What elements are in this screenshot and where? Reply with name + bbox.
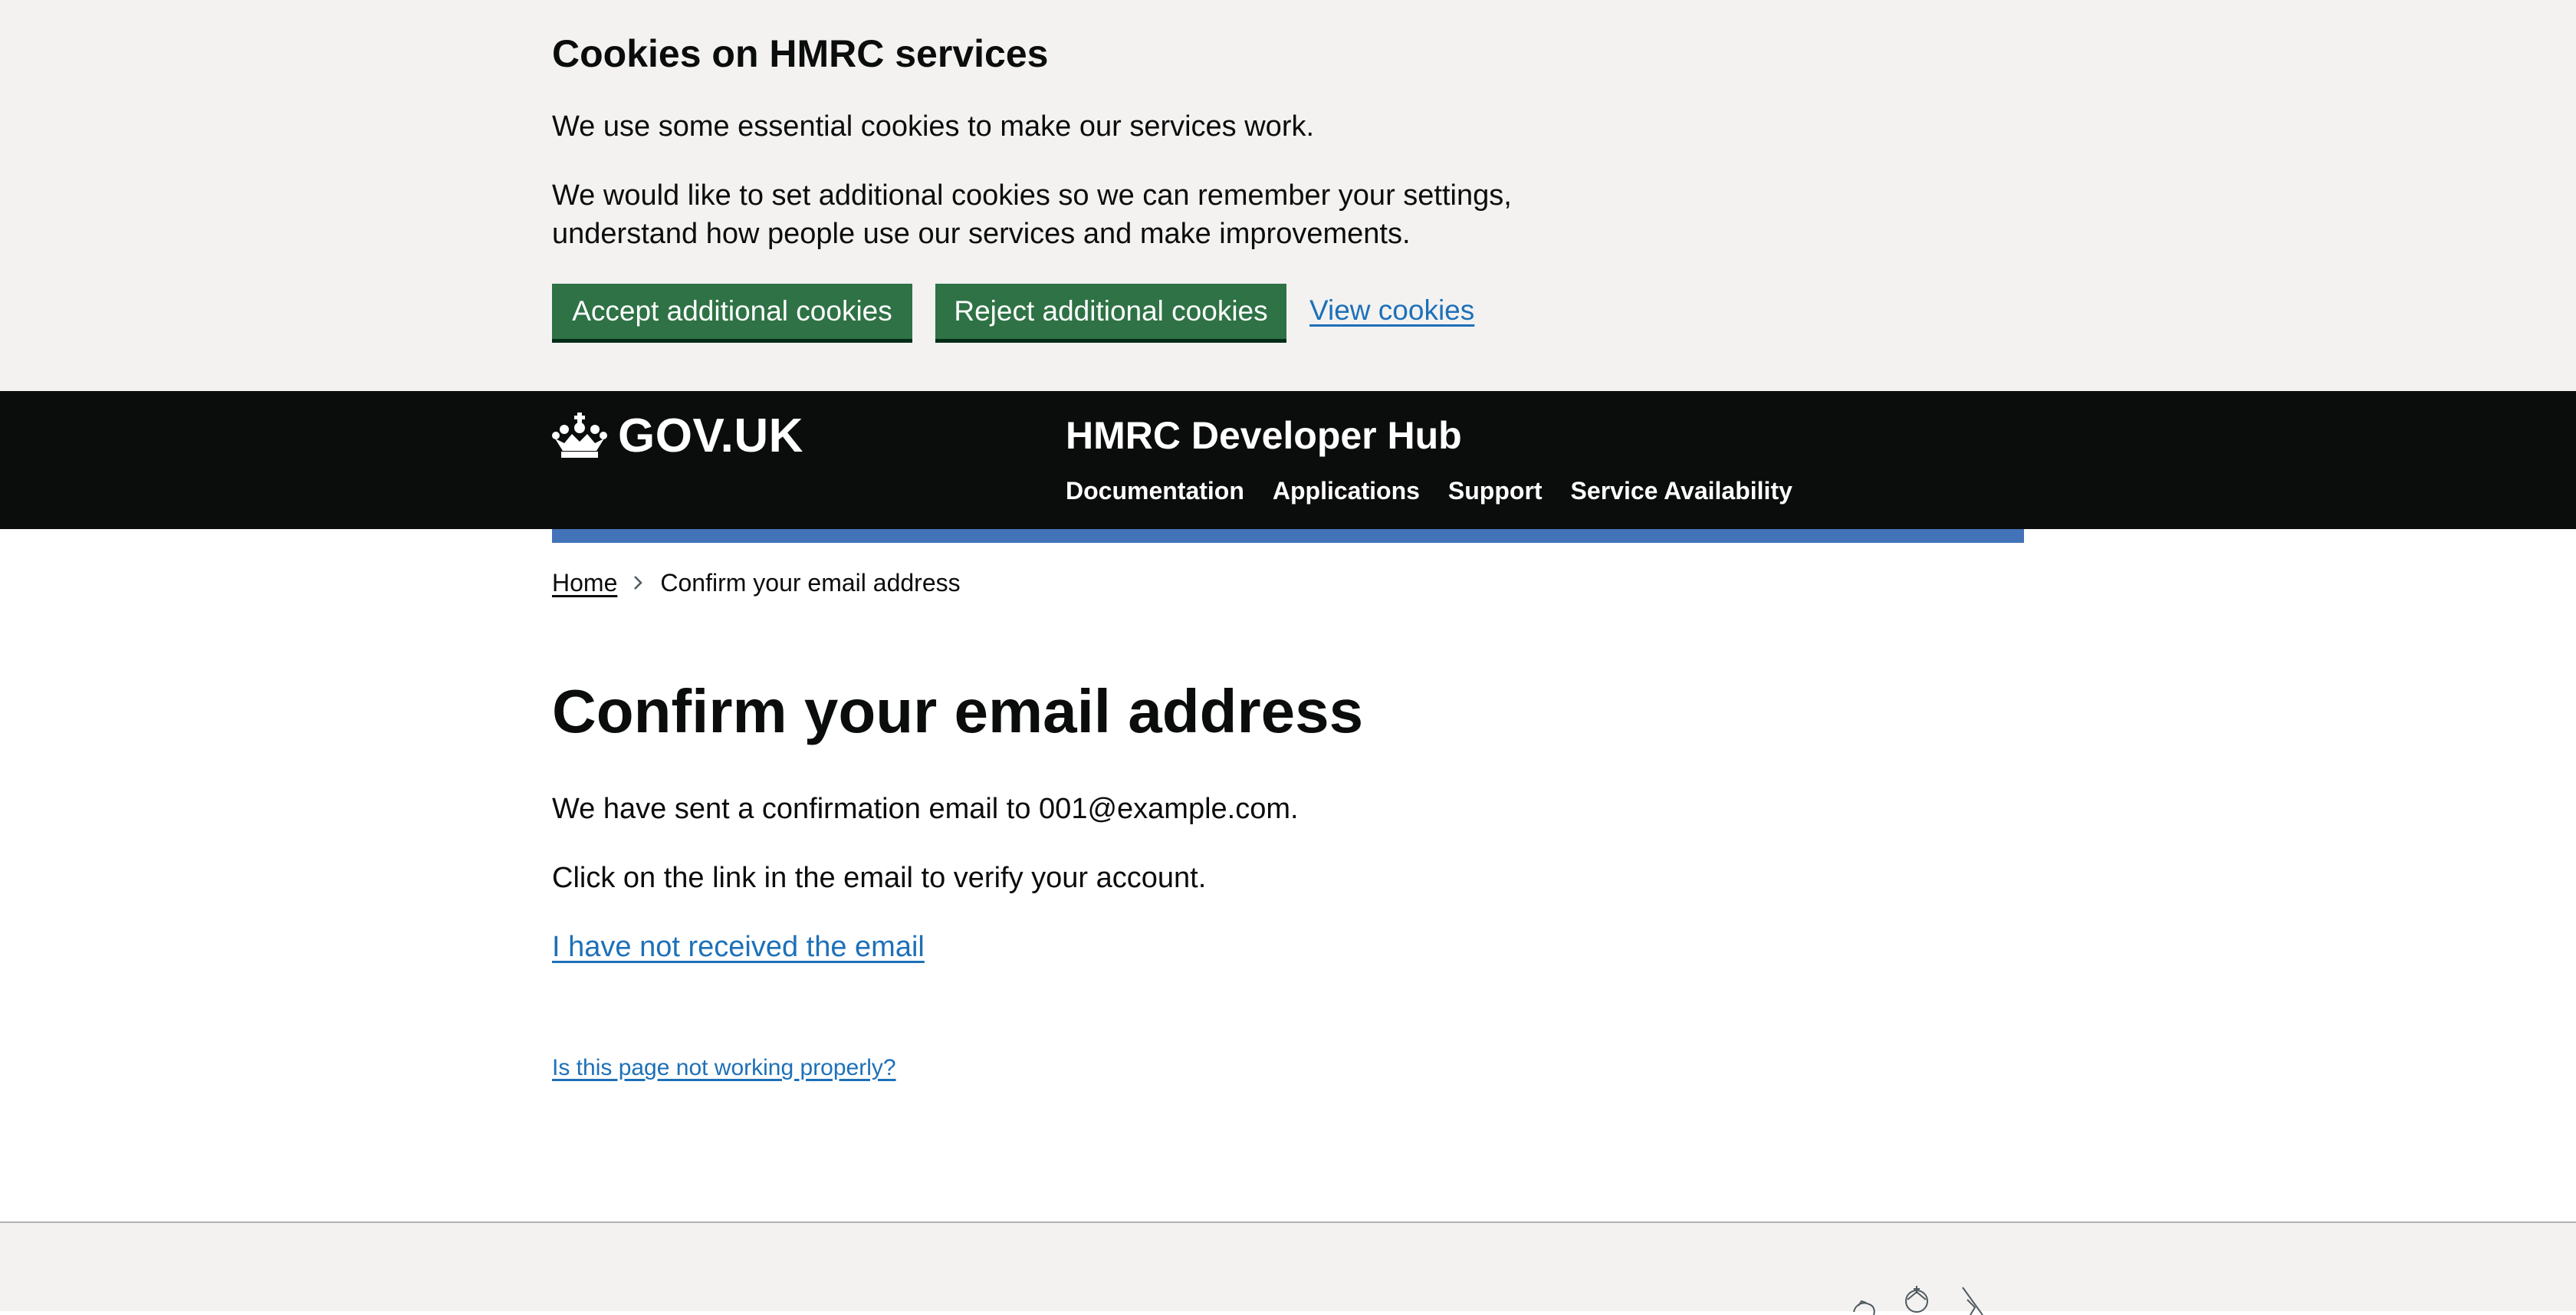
royal-crest-icon xyxy=(1853,1286,1983,1315)
verify-instruction-text: Click on the link in the email to verify… xyxy=(552,862,1207,894)
crown-icon xyxy=(552,413,607,458)
nav-item-applications[interactable]: Applications xyxy=(1273,474,1420,508)
cookie-banner-title: Cookies on HMRC services xyxy=(552,32,1049,75)
nav-item-documentation[interactable]: Documentation xyxy=(1066,474,1244,508)
page-title: Confirm your email address xyxy=(552,677,1364,745)
accept-cookies-button[interactable]: Accept additional cookies xyxy=(552,284,912,339)
govuk-logo-link[interactable]: GOV.UK xyxy=(552,405,803,466)
govuk-logo-text: GOV.UK xyxy=(618,409,803,462)
header-accent-bar xyxy=(552,529,2024,543)
header-navigation: Documentation Applications Support Servi… xyxy=(1066,474,1821,508)
view-cookies-link[interactable]: View cookies xyxy=(1309,291,1474,330)
breadcrumb-home-link[interactable]: Home xyxy=(552,566,617,600)
nav-item-service-availability[interactable]: Service Availability xyxy=(1571,474,1792,508)
reject-cookies-button[interactable]: Reject additional cookies xyxy=(935,284,1286,339)
site-header: GOV.UK HMRC Developer Hub Documentation … xyxy=(0,391,2576,529)
report-problem-link[interactable]: Is this page not working properly? xyxy=(552,1052,896,1084)
site-footer xyxy=(0,1221,2576,1315)
email-not-received-link[interactable]: I have not received the email xyxy=(552,928,925,966)
cookie-banner-text-additional: We would like to set additional cookies … xyxy=(552,179,1512,250)
chevron-right-icon xyxy=(634,576,643,590)
nav-item-support[interactable]: Support xyxy=(1448,474,1543,508)
confirmation-sent-text: We have sent a confirmation email to 001… xyxy=(552,793,1299,825)
cookie-banner-text-essential: We use some essential cookies to make ou… xyxy=(552,110,1315,143)
service-name-link[interactable]: HMRC Developer Hub xyxy=(1066,405,1462,466)
breadcrumb-current: Confirm your email address xyxy=(660,569,961,597)
breadcrumb: Home Confirm your email address xyxy=(552,566,961,600)
cookie-banner: Cookies on HMRC services We use some ess… xyxy=(0,0,2576,391)
